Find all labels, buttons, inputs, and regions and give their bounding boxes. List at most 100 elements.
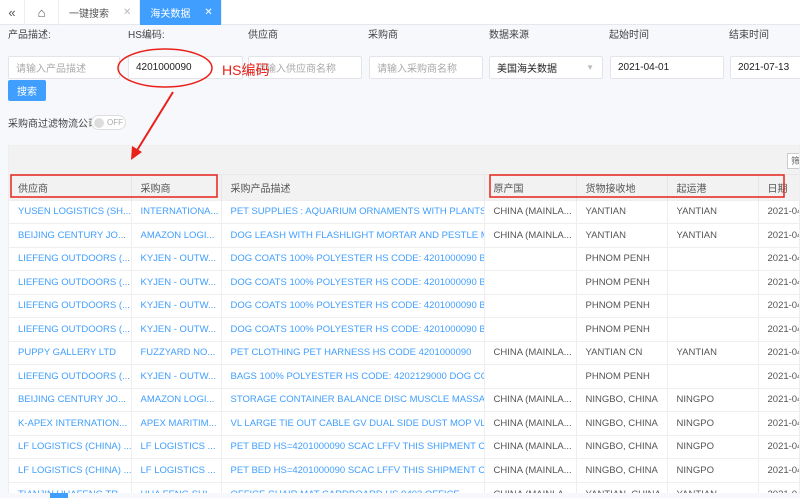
table-cell: 2021-04-	[758, 340, 799, 365]
table-cell[interactable]: LIEFENG OUTDOORS (...	[9, 293, 132, 318]
table-cell[interactable]: LIEFENG OUTDOORS (...	[9, 270, 132, 294]
table-cell[interactable]: BEIJING CENTURY JO...	[9, 387, 132, 412]
table-row[interactable]: LIEFENG OUTDOORS (... KYJEN - OUTW... DOG …	[9, 246, 799, 271]
table-cell: CHINA (MAINLA...	[484, 411, 577, 435]
table-cell[interactable]: KYJEN - OUTW...	[131, 317, 222, 341]
product-input[interactable]: 请输入产品描述	[8, 56, 120, 79]
table-cell[interactable]: PET BED HS=4201000090 SCAC LFFV THIS SHI…	[221, 434, 485, 459]
table-cell: 2021-04-	[758, 293, 799, 318]
table-row[interactable]: PUPPY GALLERY LTD FUZZYARD NO... PET CLOTH…	[9, 340, 799, 365]
table-cell[interactable]: KYJEN - OUTW...	[131, 364, 222, 388]
table-toolbar: 筛	[9, 146, 799, 175]
table-cell[interactable]: DOG LEASH WITH FLASHLIGHT MORTAR AND PES…	[221, 223, 485, 247]
table-cell: 2021-04-	[758, 246, 799, 271]
hs-code-input[interactable]: 4201000090	[128, 56, 243, 79]
table-cell: NINGBO, CHINA	[576, 434, 668, 459]
table-cell	[484, 293, 577, 318]
table-cell[interactable]: PET BED HS=4201000090 SCAC LFFV THIS SHI…	[221, 458, 485, 482]
table-cell[interactable]: DOG COATS 100% POLYESTER HS CODE: 420100…	[221, 293, 485, 318]
end-date-label: 结束时间	[729, 30, 769, 41]
table-cell: 2021-04-	[758, 434, 799, 459]
table-cell[interactable]: K-APEX INTERNATION...	[9, 411, 132, 435]
column-header[interactable]: 原产国	[484, 175, 577, 200]
filter-logistics-toggle[interactable]: OFF	[91, 115, 126, 130]
hs-label: HS编码:	[128, 30, 165, 41]
table-cell[interactable]: VL LARGE TIE OUT CABLE GV DUAL SIDE DUST…	[221, 411, 485, 435]
table-cell[interactable]: LIEFENG OUTDOORS (...	[9, 317, 132, 341]
table-cell: YANTIAN	[576, 199, 668, 224]
table-cell: YANTIAN	[667, 340, 759, 365]
table-cell[interactable]: DOG COATS 100% POLYESTER HS CODE: 420100…	[221, 246, 485, 271]
table-cell[interactable]: LIEFENG OUTDOORS (...	[9, 246, 132, 271]
table-row[interactable]: LIEFENG OUTDOORS (... KYJEN - OUTW... DOG …	[9, 317, 799, 341]
table-cell[interactable]: DOG COATS 100% POLYESTER HS CODE: 420100…	[221, 317, 485, 341]
table-cell: 2021-04-	[758, 411, 799, 435]
table-cell	[667, 364, 759, 388]
table-cell: CHINA (MAINLA...	[484, 223, 577, 247]
end-date-input[interactable]: 2021-07-13	[730, 56, 800, 79]
column-header[interactable]: 采购商	[131, 175, 222, 200]
table-row[interactable]: LF LOGISTICS (CHINA) ... LF LOGISTICS ...…	[9, 434, 799, 459]
collapse-sidebar-icon[interactable]: «	[0, 0, 25, 25]
column-filter-button[interactable]: 筛	[787, 153, 799, 169]
table-row[interactable]: BEIJING CENTURY JO... AMAZON LOGI... STORA…	[9, 387, 799, 412]
tab-bar: « ⌂ 一键搜索 ✕ 海关数据 ✕	[0, 0, 800, 25]
table-cell[interactable]: KYJEN - OUTW...	[131, 293, 222, 318]
table-cell: YANTIAN	[576, 223, 668, 247]
table-row[interactable]: LIEFENG OUTDOORS (... KYJEN - OUTW... DOG …	[9, 270, 799, 294]
table-cell[interactable]: INTERNATIONA...	[131, 199, 222, 224]
close-icon[interactable]: ✕	[204, 7, 212, 18]
table-row[interactable]: LIEFENG OUTDOORS (... KYJEN - OUTW... BAGS…	[9, 364, 799, 388]
table-row[interactable]: YUSEN LOGISTICS (SH... INTERNATIONA... PET…	[9, 199, 799, 224]
table-cell[interactable]: KYJEN - OUTW...	[131, 270, 222, 294]
table-cell[interactable]: FUZZYARD NO...	[131, 340, 222, 365]
table-cell[interactable]: LF LOGISTICS (CHINA) ...	[9, 458, 132, 482]
table-cell[interactable]: YUSEN LOGISTICS (SH...	[9, 199, 132, 224]
column-header[interactable]: 日期	[758, 175, 799, 200]
table-row[interactable]: K-APEX INTERNATION... APEX MARITIM... VL L…	[9, 411, 799, 435]
table-cell[interactable]: BEIJING CENTURY JO...	[9, 223, 132, 247]
table-cell: NINGBO, CHINA	[576, 387, 668, 412]
table-cell[interactable]: PUPPY GALLERY LTD	[9, 340, 132, 365]
table-cell: PHNOM PENH	[576, 246, 668, 271]
table-cell: CHINA (MAINLA...	[484, 340, 577, 365]
table-cell[interactable]: LF LOGISTICS ...	[131, 434, 222, 459]
tab-customs-data[interactable]: 海关数据 ✕	[140, 0, 222, 25]
table-cell: 2021-04-	[758, 223, 799, 247]
table-cell[interactable]: PET CLOTHING PET HARNESS HS CODE 4201000…	[221, 340, 485, 365]
table-row[interactable]: BEIJING CENTURY JO... AMAZON LOGI... DOG L…	[9, 223, 799, 247]
column-header[interactable]: 供应商	[9, 175, 132, 200]
buyer-input[interactable]: 请输入采购商名称	[369, 56, 483, 79]
search-button[interactable]: 搜索	[8, 80, 46, 101]
results-table: 筛 供应商 采购商 采购产品描述 原产国 货物接收地 起运港 日期 YUSEN LOGIST…	[8, 145, 800, 498]
start-date-input[interactable]: 2021-04-01	[610, 56, 724, 79]
table-cell[interactable]: AMAZON LOGI...	[131, 223, 222, 247]
home-icon[interactable]: ⌂	[25, 0, 59, 25]
table-cell[interactable]: LIEFENG OUTDOORS (...	[9, 364, 132, 388]
table-cell[interactable]: LF LOGISTICS ...	[131, 458, 222, 482]
table-cell: PHNOM PENH	[576, 293, 668, 318]
close-icon[interactable]: ✕	[123, 7, 131, 18]
table-cell[interactable]: AMAZON LOGI...	[131, 387, 222, 412]
table-cell[interactable]: KYJEN - OUTW...	[131, 246, 222, 271]
table-cell[interactable]: STORAGE CONTAINER BALANCE DISC MUSCLE MA…	[221, 387, 485, 412]
table-row[interactable]: LIEFENG OUTDOORS (... KYJEN - OUTW... DOG …	[9, 293, 799, 318]
tab-one-click-search[interactable]: 一键搜索 ✕	[59, 0, 141, 25]
supplier-input[interactable]: 请输入供应商名称	[248, 56, 362, 79]
table-row[interactable]: LF LOGISTICS (CHINA) ... LF LOGISTICS ...…	[9, 458, 799, 482]
table-cell: 2021-04-	[758, 458, 799, 482]
table-cell: NINGPO	[667, 458, 759, 482]
table-cell[interactable]: BAGS 100% POLYESTER HS CODE: 4202129000 …	[221, 364, 485, 388]
page-1-button[interactable]	[50, 493, 68, 498]
product-label: 产品描述:	[8, 30, 51, 41]
table-cell[interactable]: PET SUPPLIES : AQUARIUM ORNAMENTS WITH P…	[221, 199, 485, 224]
table-cell[interactable]: DOG COATS 100% POLYESTER HS CODE: 420100…	[221, 270, 485, 294]
source-select[interactable]: 美国海关数据 ▼	[489, 56, 603, 79]
table-cell: NINGPO	[667, 411, 759, 435]
table-cell[interactable]: LF LOGISTICS (CHINA) ...	[9, 434, 132, 459]
table-cell[interactable]: APEX MARITIM...	[131, 411, 222, 435]
column-header[interactable]: 货物接收地	[576, 175, 668, 200]
column-header[interactable]: 起运港	[667, 175, 759, 200]
column-header[interactable]: 采购产品描述	[221, 175, 485, 200]
filter-logistics-label: 采购商过滤物流公司	[8, 119, 98, 130]
